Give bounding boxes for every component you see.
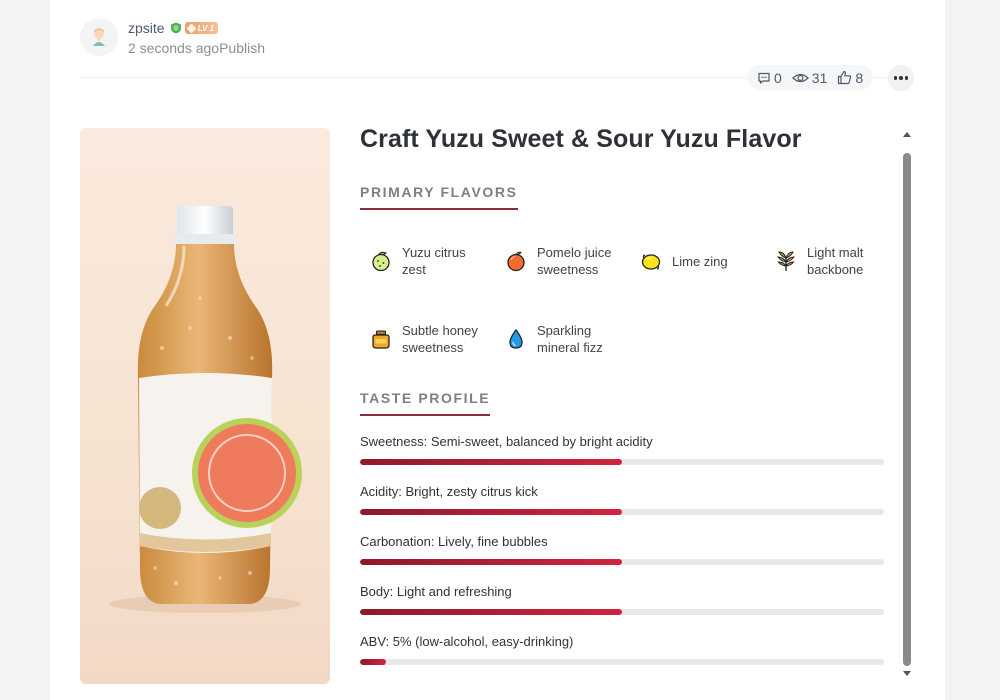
taste-bar-fill [360,509,622,515]
views-stat: 31 [791,69,828,86]
taste-label: Sweetness: Semi-sweet, balanced by brigh… [360,434,653,449]
thumbs-up-icon [838,70,852,85]
lemon-icon [641,254,661,270]
taste-label: Carbonation: Lively, fine bubbles [360,534,548,549]
flavor-label: Lime zing [672,253,728,269]
username[interactable]: zpsite [128,20,165,36]
likes-stat[interactable]: 8 [837,70,863,86]
flavor-label: Sparkling mineral fizz [537,323,603,355]
eye-icon [791,73,809,82]
taste-bar [360,659,884,665]
dot-icon [893,76,898,80]
bottle-illustration [109,206,302,613]
product-title: Craft Yuzu Sweet & Sour Yuzu Flavor [360,125,802,153]
pomelo-icon [507,251,525,272]
taste-bar-fill [360,559,622,565]
flavor-item: Pomelo juice sweetness [495,222,630,300]
flavor-item: Light malt backbone [765,222,900,300]
flavor-label: Light malt backbone [807,245,864,277]
flavor-item: Sparkling mineral fizz [495,300,630,378]
scroll-down-arrow-icon[interactable] [903,671,911,676]
taste-bar-fill [360,609,622,615]
product-details: Craft Yuzu Sweet & Sour Yuzu Flavor PRIM… [360,118,900,700]
user-avatar-icon [93,28,105,46]
taste-item: Carbonation: Lively, fine bubbles [360,534,900,584]
taste-label: ABV: 5% (low-alcohol, easy-drinking) [360,634,574,649]
post-card: zpsite LV 1 2 seconds agoPublish 0 31 8 … [50,0,945,700]
post-action: Publish [219,40,265,56]
taste-label: Acidity: Bright, zesty citrus kick [360,484,538,499]
scroll-up-arrow-icon[interactable] [903,132,911,137]
dot-icon [904,76,909,80]
taste-item: Sweetness: Semi-sweet, balanced by brigh… [360,434,900,484]
taste-item: Body: Light and refreshing [360,584,900,634]
flavor-item: Lime zing [630,222,765,300]
taste-bar [360,509,884,515]
flavor-item: Subtle honey sweetness [360,300,495,378]
taste-profile-heading: TASTE PROFILE [360,390,491,416]
views-count: 31 [811,69,828,86]
level-badge: LV 1 [184,22,219,34]
verified-shield-icon [170,22,181,34]
taste-item: ABV: 5% (low-alcohol, easy-drinking) [360,634,900,684]
post-header: zpsite LV 1 2 seconds agoPublish [80,18,265,56]
gem-icon [186,23,197,33]
level-label: LV 1 [197,23,215,33]
taste-bar-fill [360,459,622,465]
comments-count: 0 [774,69,782,86]
comments-stat[interactable]: 0 [757,70,782,86]
post-stats: 0 31 8 [747,65,874,90]
taste-bar-fill [360,659,387,665]
yuzu-icon [372,251,390,272]
taste-bar [360,559,884,565]
flavor-grid: Yuzu citrus zest Pomelo juice sweetness … [360,222,900,378]
more-options-button[interactable] [888,65,914,91]
dot-icon [899,76,903,80]
avatar[interactable] [80,18,118,56]
comment-icon [758,72,770,84]
flavor-label: Pomelo juice sweetness [537,245,612,277]
malt-icon [776,251,796,271]
taste-item: Acidity: Bright, zesty citrus kick [360,484,900,534]
taste-bar [360,609,884,615]
honey-icon [372,330,390,349]
content-scrollbar[interactable] [900,128,914,684]
flavor-item: Yuzu citrus zest [360,222,495,300]
taste-label: Body: Light and refreshing [360,584,512,599]
flavor-label: Subtle honey sweetness [402,323,478,355]
droplet-icon [509,328,523,349]
likes-count: 8 [855,69,864,86]
taste-profile-list: Sweetness: Semi-sweet, balanced by brigh… [360,434,900,684]
primary-flavors-heading: PRIMARY FLAVORS [360,184,518,210]
post-time: 2 seconds agoPublish [128,40,265,56]
taste-bar [360,459,884,465]
product-image [80,128,330,684]
scroll-thumb[interactable] [903,153,911,666]
flavor-label: Yuzu citrus zest [402,245,466,277]
timestamp: 2 seconds ago [128,40,220,56]
